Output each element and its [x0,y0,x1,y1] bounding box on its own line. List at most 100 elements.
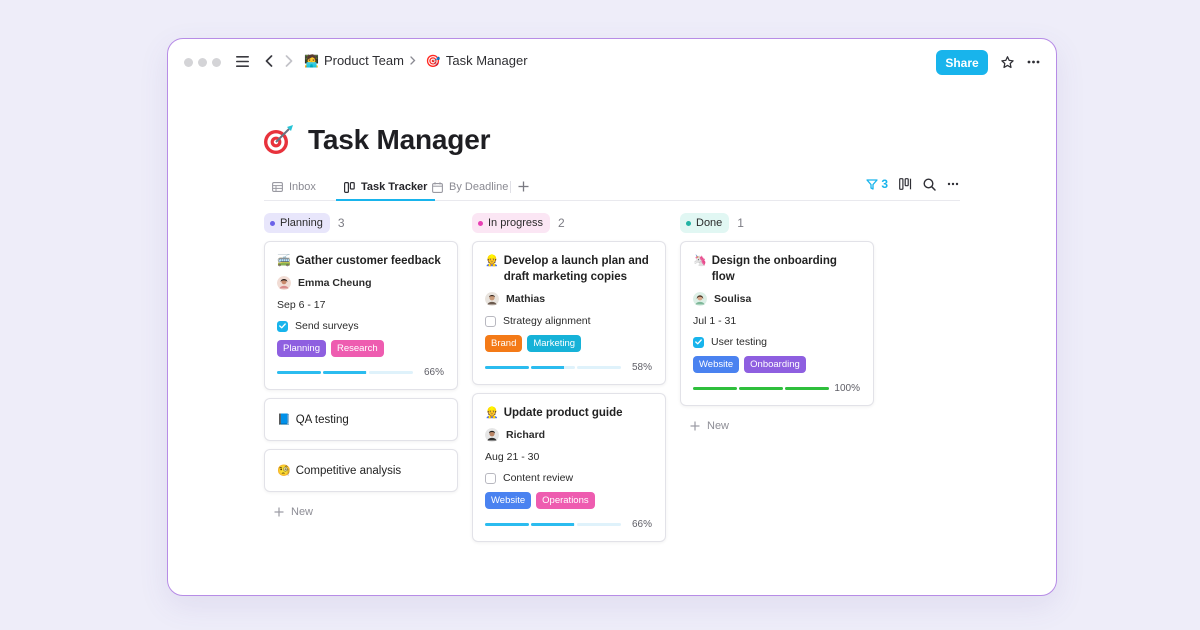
breadcrumb-label: Product Team [323,53,404,68]
monocle-face-emoji-icon: 🧐 [277,464,291,477]
tab-inbox[interactable]: Inbox [272,174,316,200]
trolleybus-emoji-icon: 🚎 [277,255,291,267]
board-column-done: Done 1 🦄 Design the onboarding flow Soul… [680,211,874,432]
column-count: 2 [558,216,565,230]
search-icon[interactable] [922,177,936,191]
task-card[interactable]: 👷 Update product guide Richard Aug 21 - … [472,393,666,542]
avatar [693,292,707,306]
tag[interactable]: Research [330,340,384,357]
card-date: Aug 21 - 30 [485,451,540,463]
task-card[interactable]: 🧐 Competitive analysis [264,449,458,492]
assignee-name: Richard [506,429,546,441]
subtask-label: Send surveys [295,320,359,332]
column-count: 1 [737,216,744,230]
tab-label: Inbox [289,181,316,193]
forward-arrow-icon[interactable] [282,53,296,69]
subtask-label: Content review [503,472,574,484]
card-title: 🚎 Gather customer feedback [277,253,444,269]
more-options-icon[interactable] [1024,53,1042,71]
menu-icon[interactable] [234,53,250,69]
progress-row: 66% [485,517,652,531]
chevron-right-icon [410,55,420,67]
task-card[interactable]: 👷 Develop a launch plan and draft market… [472,241,666,385]
tag-list: Planning Research [277,340,444,357]
checkbox-checked[interactable] [277,320,288,332]
filter-button[interactable]: 3 [866,177,888,191]
tag[interactable]: Planning [277,340,326,357]
breadcrumb-product-team[interactable]: 🧑‍💻 Product Team [304,53,404,68]
new-label: New [707,420,730,432]
progress-segment [531,365,575,369]
subtask-row: Content review [485,472,652,484]
column-name: In progress [488,217,544,229]
card-title-text: Update product guide [503,407,623,419]
card-date: Jul 1 - 31 [693,315,737,327]
card-title: 👷 Update product guide [485,405,652,421]
more-options-icon[interactable] [946,177,960,191]
group-columns-icon[interactable] [898,177,912,191]
window-dot[interactable] [212,58,221,67]
app-window: 🧑‍💻 Product Team 🎯 Task Manager Share [167,38,1057,596]
target-dart-icon [262,123,296,157]
tab-label: By Deadline [449,181,509,193]
card-title-text: QA testing [295,413,349,426]
tag-list: Website Operations [485,492,652,509]
tag[interactable]: Marketing [527,335,582,352]
tag[interactable]: Onboarding [744,356,806,373]
new-card-button[interactable]: New [690,420,874,432]
column-name: Done [696,217,723,229]
table-icon [272,182,283,192]
task-card[interactable]: 🦄 Design the onboarding flow Soulisa Jul… [680,241,874,406]
board-column-in-progress: In progress 2 👷 Develop a launch plan an… [472,211,666,550]
subtask-row: Strategy alignment [485,315,652,327]
new-card-button[interactable]: New [274,506,458,518]
column-count: 3 [337,216,345,230]
window-dot[interactable] [198,58,207,67]
checkbox-unchecked[interactable] [485,472,496,484]
calendar-icon [432,181,443,193]
progress-label: 100% [834,382,860,394]
add-view-plus-icon[interactable] [514,177,532,195]
developer-emoji-icon: 🧑‍💻 [304,53,319,68]
card-title-text: Gather customer feedback [295,255,441,267]
progress-segment [485,522,529,526]
board-column-planning: Planning 3 🚎 Gather customer feedback Em… [264,211,458,518]
tag[interactable]: Website [693,356,740,373]
checkbox-unchecked[interactable] [485,315,496,327]
column-name: Planning [280,217,323,229]
tab-by-deadline[interactable]: By Deadline [432,174,508,200]
column-header: In progress 2 [472,211,666,235]
progress-bar [485,522,621,526]
progress-fill [531,365,564,369]
tag[interactable]: Operations [536,492,595,509]
star-icon[interactable] [998,53,1016,71]
status-badge[interactable]: In progress [472,213,551,233]
status-badge[interactable]: Planning [264,213,330,233]
back-arrow-icon[interactable] [262,53,276,69]
status-dot-icon [686,220,691,226]
checkbox-checked[interactable] [693,336,704,348]
card-title-text: Design the onboarding flow [711,255,837,283]
progress-label: 66% [423,366,444,378]
plus-icon [274,507,284,517]
task-card[interactable]: 📘 QA testing [264,398,458,441]
task-card[interactable]: 🚎 Gather customer feedback Emma Cheung S… [264,241,458,390]
assignee: Soulisa [693,292,860,306]
board-icon [344,181,355,193]
assignee: Richard [485,428,652,442]
progress-fill [485,365,529,369]
progress-bar [693,386,829,390]
tag[interactable]: Brand [485,335,523,352]
status-badge[interactable]: Done [680,213,730,233]
progress-bar [485,365,621,369]
share-button[interactable]: Share [936,50,988,75]
breadcrumb-task-manager[interactable]: 🎯 Task Manager [426,53,528,68]
filter-icon [866,178,878,190]
tag[interactable]: Website [485,492,532,509]
progress-fill [531,522,575,526]
progress-segment [531,522,575,526]
tab-task-tracker[interactable]: Task Tracker [335,174,436,201]
window-dot[interactable] [184,58,193,67]
avatar [485,292,499,306]
avatar [485,428,499,442]
